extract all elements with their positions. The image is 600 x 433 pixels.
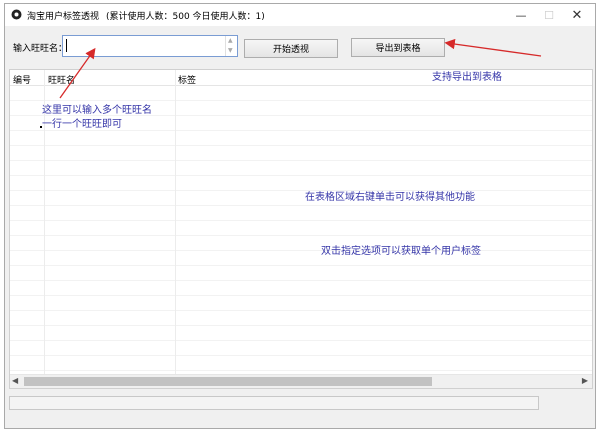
scroll-left-icon[interactable]: ◀ — [12, 376, 18, 385]
close-button[interactable]: ✕ — [563, 4, 591, 26]
status-bar — [9, 396, 539, 410]
maximize-icon: ☐ — [544, 8, 554, 22]
input-hint: 这里可以输入多个旺旺名 一行一个旺旺即可 — [42, 104, 152, 132]
column-header-id[interactable]: 编号 — [10, 70, 44, 86]
scrollbar-thumb[interactable] — [24, 377, 432, 386]
double-click-hint: 双击指定选项可以获取单个用户标签 — [321, 246, 481, 257]
export-button[interactable]: 导出到表格 — [351, 38, 445, 57]
table-header: 编号 旺旺名 标签 — [10, 70, 592, 86]
wangwang-input-box[interactable]: ▲ ▼ — [62, 35, 238, 57]
horizontal-scrollbar[interactable]: ◀ ▶ — [10, 374, 592, 388]
window-title: 淘宝用户标签透视 — [27, 12, 100, 22]
right-click-hint: 在表格区域右键单击可以获得其他功能 — [305, 192, 475, 203]
scroll-right-icon[interactable]: ▶ — [582, 376, 588, 385]
start-button[interactable]: 开始透视 — [244, 39, 338, 58]
input-hint-line2: 一行一个旺旺即可 — [42, 119, 122, 130]
maximize-button[interactable]: ☐ — [535, 4, 563, 26]
app-icon — [11, 9, 22, 20]
input-hint-line1: 这里可以输入多个旺旺名 — [42, 105, 152, 116]
column-header-tags[interactable]: 标签 — [175, 70, 575, 86]
column-header-name[interactable]: 旺旺名 — [45, 70, 175, 86]
wangwang-input[interactable] — [63, 36, 225, 56]
usage-stats: (累计使用人数：500 今日使用人数：1) — [106, 12, 265, 22]
scroll-up-icon[interactable]: ▲ — [228, 37, 233, 44]
scroll-down-icon[interactable]: ▼ — [228, 47, 233, 54]
title-bar: 淘宝用户标签透视 (累计使用人数：500 今日使用人数：1) — ☐ ✕ — [5, 4, 595, 26]
input-label: 输入旺旺名： — [13, 44, 68, 54]
export-hint: 支持导出到表格 — [432, 72, 502, 83]
minimize-icon: — — [515, 8, 527, 22]
text-caret — [66, 39, 67, 52]
column-divider — [175, 70, 176, 374]
input-scrollbar[interactable]: ▲ ▼ — [225, 36, 237, 56]
minimize-button[interactable]: — — [507, 4, 535, 26]
close-icon: ✕ — [571, 7, 583, 23]
main-window: 淘宝用户标签透视 (累计使用人数：500 今日使用人数：1) — ☐ ✕ 输入旺… — [4, 3, 596, 429]
